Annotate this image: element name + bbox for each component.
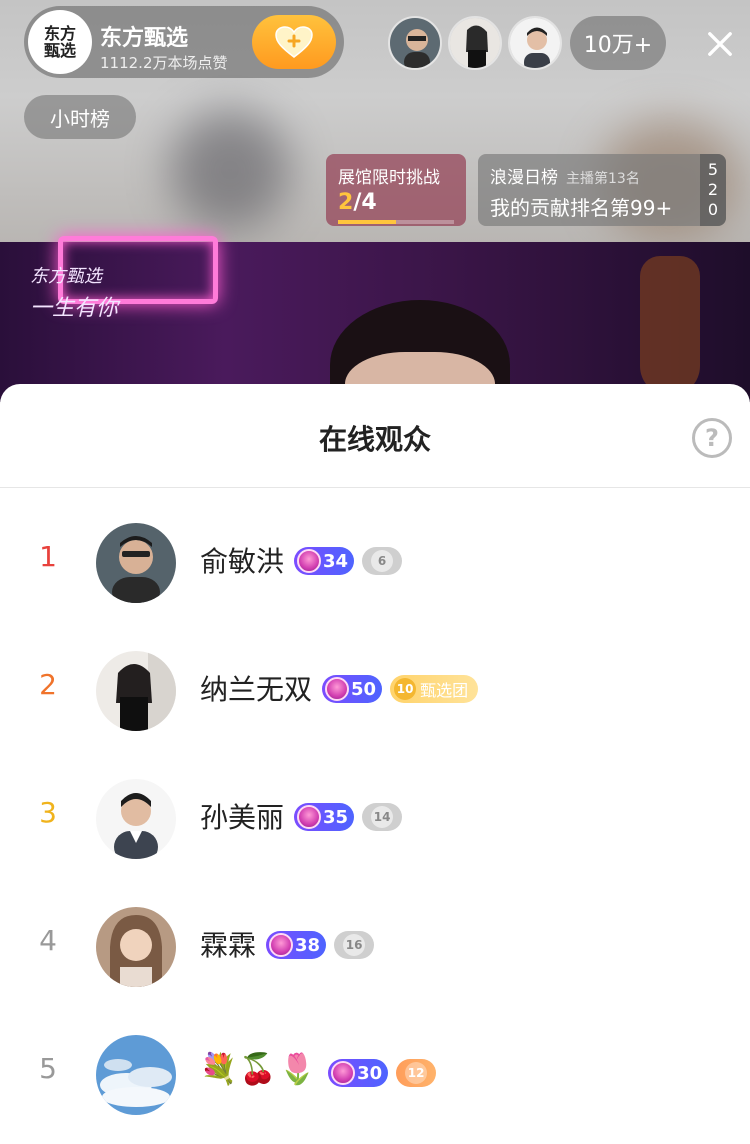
follow-button[interactable] (252, 15, 336, 69)
gem-icon (325, 677, 350, 701)
viewer-name: 💐🍒🌷 (200, 1052, 319, 1087)
challenge-progress: 2/4 (338, 190, 377, 215)
gem-icon (331, 1061, 356, 1085)
viewer-badges: 34 6 (294, 547, 403, 575)
viewer-name: 俞敏洪 (200, 545, 285, 578)
romance-side-digit: 0 (707, 200, 719, 219)
viewer-rank: 3 (39, 796, 57, 829)
hour-rank-button[interactable]: 小时榜 (24, 95, 136, 139)
gem-icon (297, 549, 322, 573)
viewer-rank: 2 (39, 668, 57, 701)
video-logo-line2: 一生有你 (30, 296, 119, 321)
challenge-progress-current: 2 (338, 190, 354, 215)
viewer-rank: 5 (39, 1052, 57, 1085)
host-avatar-text: 东方甄选 (43, 24, 76, 60)
viewer-row[interactable]: 5 💐🍒🌷 30 12 (0, 1030, 750, 1120)
level-value: 38 (295, 934, 321, 956)
help-icon[interactable]: ? (692, 418, 732, 458)
viewer-row[interactable]: 4 霖霖 38 16 (0, 902, 750, 992)
guitar-image (640, 256, 700, 396)
viewer-badges: 38 16 (266, 931, 375, 959)
viewer-row[interactable]: 3 孙美丽 35 14 (0, 774, 750, 864)
viewer-avatar[interactable] (96, 1035, 176, 1115)
challenge-progress-fill (338, 220, 396, 224)
top-viewer-avatar-3[interactable] (508, 16, 562, 70)
close-button[interactable] (700, 24, 740, 64)
viewer-avatar[interactable] (96, 779, 176, 859)
romance-side-digit: 2 (707, 180, 719, 199)
romance-title: 浪漫日榜 (490, 168, 558, 188)
viewer-rank: 4 (39, 924, 57, 957)
level-value: 50 (351, 678, 377, 700)
viewer-avatar[interactable] (96, 907, 176, 987)
close-icon (708, 32, 732, 56)
romance-title-line: 浪漫日榜 主播第13名 (490, 163, 640, 188)
top-viewer-avatar-2[interactable] (448, 16, 502, 70)
video-watermark: 东方甄选 一生有你 (30, 266, 118, 320)
romance-daily-rank-card[interactable]: 浪漫日榜 主播第13名 我的贡献排名第99+ 520 (478, 154, 726, 226)
fan-club-badge: 16 (334, 931, 375, 959)
fan-club-badge: 14 (362, 803, 403, 831)
viewer-name: 纳兰无双 (200, 673, 313, 706)
top-viewer-avatar-1[interactable] (388, 16, 442, 70)
viewer-avatar[interactable] (96, 651, 176, 731)
romance-side-number: 520 (700, 154, 726, 226)
challenge-progress-total: /4 (353, 190, 377, 215)
level-badge: 34 (294, 547, 355, 575)
fan-level-value: 12 (405, 1062, 428, 1084)
sheet-title: 在线观众 (318, 423, 431, 456)
fan-level-value: 14 (371, 806, 394, 828)
fan-club-name: 甄选团 (420, 681, 469, 700)
viewer-avatar[interactable] (96, 523, 176, 603)
host-avatar[interactable]: 东方甄选 (28, 10, 92, 74)
challenge-progress-bar (338, 220, 454, 224)
level-badge: 30 (328, 1059, 389, 1087)
fan-level-value: 10 (394, 678, 417, 700)
fan-level-value: 16 (343, 934, 366, 956)
viewer-badges: 30 12 (328, 1059, 437, 1087)
viewer-name: 孙美丽 (200, 801, 285, 834)
fan-level-value: 6 (371, 550, 394, 572)
viewer-row[interactable]: 1 俞敏洪 34 6 (0, 518, 750, 608)
viewer-row[interactable]: 2 纳兰无双 50 10 甄选团 (0, 646, 750, 736)
viewer-name: 霖霖 (200, 929, 257, 962)
host-info-pill[interactable]: 东方甄选 东方甄选 1112.2万本场点赞 (24, 6, 344, 78)
challenge-title: 展馆限时挑战 (338, 168, 440, 188)
level-value: 35 (323, 806, 349, 828)
level-value: 34 (323, 550, 349, 572)
fan-club-badge: 6 (362, 547, 403, 575)
level-badge: 50 (322, 675, 383, 703)
host-name: 东方甄选 (100, 26, 189, 51)
fan-club-badge: 10 甄选团 (390, 675, 479, 703)
online-audience-sheet: 在线观众 ? 1 俞敏洪 34 6 2 纳兰无双 50 10 甄选团 3 孙美丽 35 14 4 霖霖 38 1… (0, 384, 750, 1144)
level-value: 30 (357, 1062, 383, 1084)
viewer-rank: 1 (39, 540, 57, 573)
level-badge: 38 (266, 931, 327, 959)
fan-club-badge: 12 (396, 1059, 437, 1087)
romance-my-rank: 我的贡献排名第99+ (490, 196, 673, 220)
gem-icon (297, 805, 322, 829)
level-badge: 35 (294, 803, 355, 831)
romance-host-rank: 主播第13名 (566, 171, 640, 187)
viewer-badges: 50 10 甄选团 (322, 675, 479, 703)
sheet-divider (0, 487, 750, 488)
heart-plus-icon (274, 25, 314, 59)
romance-side-digit: 5 (707, 160, 719, 179)
gem-icon (269, 933, 294, 957)
video-logo-line1: 东方甄选 (30, 266, 102, 287)
host-likes: 1112.2万本场点赞 (100, 54, 228, 72)
viewer-count-button[interactable]: 10万+ (570, 16, 666, 70)
viewer-badges: 35 14 (294, 803, 403, 831)
exhibition-challenge-card[interactable]: 展馆限时挑战 2/4 (326, 154, 466, 226)
